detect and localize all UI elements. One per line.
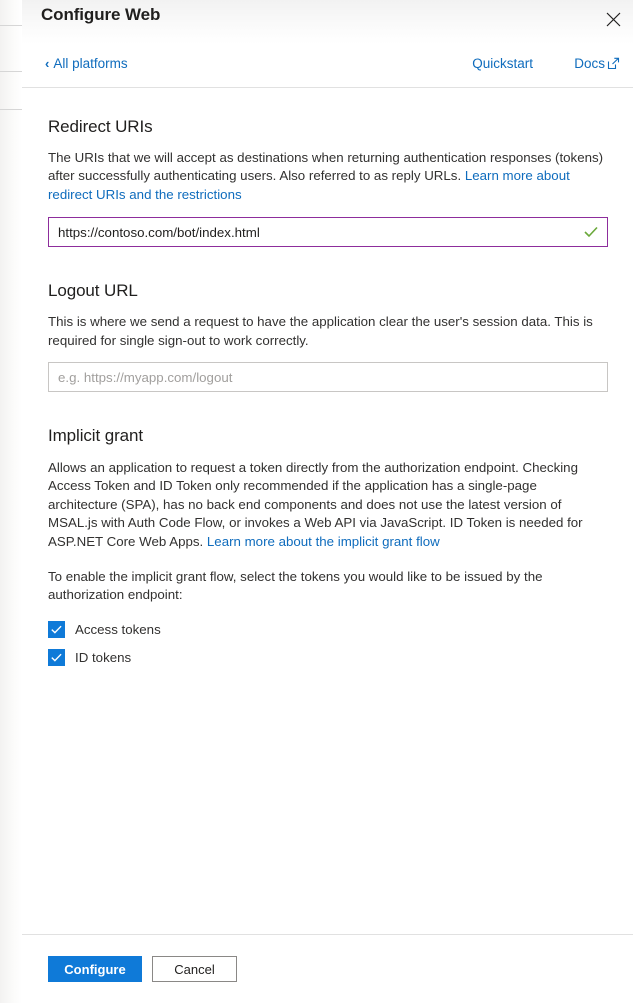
close-icon bbox=[606, 12, 620, 26]
redirect-uri-input[interactable] bbox=[49, 218, 584, 247]
external-link-icon bbox=[607, 57, 620, 70]
command-bar: ‹ All platforms Quickstart Docs bbox=[22, 44, 633, 88]
background-list-item bbox=[0, 110, 22, 1003]
implicit-grant-learn-more-link[interactable]: Learn more about the implicit grant flow bbox=[207, 534, 440, 549]
logout-url-field[interactable] bbox=[48, 362, 608, 393]
redirect-uri-field[interactable] bbox=[48, 217, 608, 248]
cancel-button[interactable]: Cancel bbox=[152, 956, 237, 982]
configure-button[interactable]: Configure bbox=[48, 956, 142, 982]
checkmark-icon bbox=[584, 226, 607, 238]
configure-web-dialog: Configure Web ‹ All platforms Quickstart… bbox=[22, 0, 633, 1003]
back-link-label: All platforms bbox=[53, 56, 128, 71]
checkmark-icon bbox=[51, 625, 62, 634]
id-tokens-checkbox-row[interactable]: ID tokens bbox=[48, 648, 607, 666]
access-tokens-label: Access tokens bbox=[75, 621, 161, 637]
logout-url-heading: Logout URL bbox=[48, 281, 138, 301]
redirect-uris-description: The URIs that we will accept as destinat… bbox=[48, 149, 607, 204]
back-to-all-platforms-link[interactable]: ‹ All platforms bbox=[45, 56, 128, 71]
access-tokens-checkbox[interactable] bbox=[48, 620, 65, 638]
page-title: Configure Web bbox=[41, 5, 161, 24]
dialog-content: Redirect URIs The URIs that we will acce… bbox=[22, 88, 633, 935]
quickstart-label: Quickstart bbox=[472, 56, 533, 71]
dialog-header: Configure Web bbox=[22, 0, 633, 44]
chevron-left-icon: ‹ bbox=[45, 56, 50, 71]
id-tokens-checkbox[interactable] bbox=[48, 648, 65, 666]
implicit-grant-description: Allows an application to request a token… bbox=[48, 459, 607, 551]
checkmark-icon bbox=[51, 653, 62, 662]
implicit-grant-instruction: To enable the implicit grant flow, selec… bbox=[48, 569, 543, 603]
background-list-item bbox=[0, 26, 22, 72]
logout-url-description: This is where we send a request to have … bbox=[48, 314, 593, 348]
redirect-uris-heading: Redirect URIs bbox=[48, 117, 153, 136]
background-list-item bbox=[0, 0, 22, 26]
background-blade-list bbox=[0, 0, 22, 1003]
quickstart-link[interactable]: Quickstart bbox=[472, 56, 533, 71]
logout-url-input[interactable] bbox=[49, 363, 607, 392]
docs-link[interactable]: Docs bbox=[574, 56, 620, 71]
close-button[interactable] bbox=[593, 0, 633, 38]
dialog-footer: Configure Cancel bbox=[22, 935, 633, 1003]
id-tokens-label: ID tokens bbox=[75, 649, 132, 665]
implicit-grant-heading: Implicit grant bbox=[48, 426, 143, 446]
access-tokens-checkbox-row[interactable]: Access tokens bbox=[48, 620, 607, 638]
docs-label: Docs bbox=[574, 56, 605, 71]
background-list-item bbox=[0, 72, 22, 110]
